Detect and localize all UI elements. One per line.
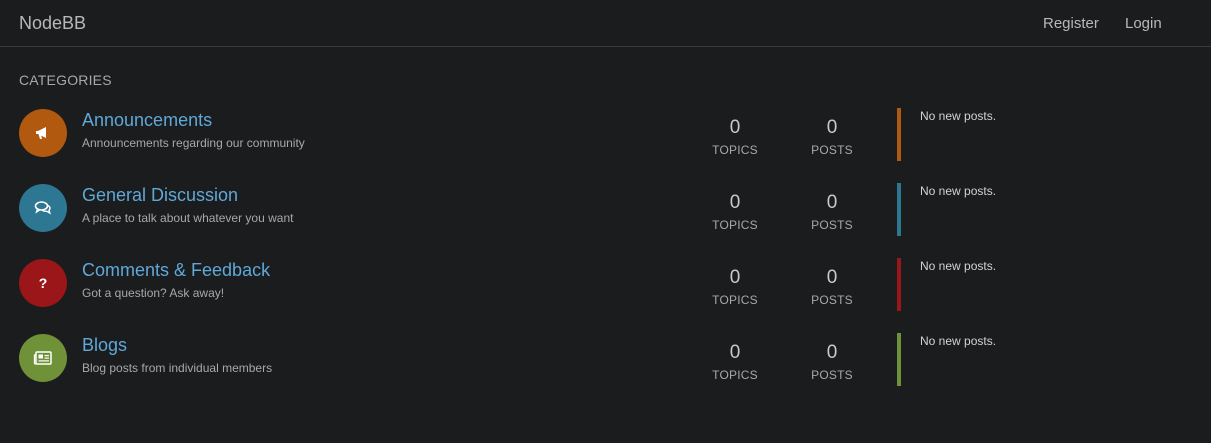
category-row-blogs: Blogs Blog posts from individual members… bbox=[0, 333, 1211, 394]
topics-count: 0 bbox=[729, 342, 741, 363]
category-description: Announcements regarding our community bbox=[82, 136, 305, 150]
posts-label: POSTS bbox=[811, 143, 853, 157]
brand-logo-link[interactable]: NodeBB bbox=[19, 13, 86, 34]
register-link[interactable]: Register bbox=[1043, 15, 1099, 32]
topics-label: TOPICS bbox=[712, 368, 758, 382]
posts-stat: 0 POSTS bbox=[792, 267, 872, 307]
category-icon[interactable] bbox=[19, 184, 67, 232]
category-icon[interactable] bbox=[19, 334, 67, 382]
topics-stat: 0 TOPICS bbox=[695, 117, 775, 157]
navbar: NodeBB Register Login bbox=[0, 0, 1211, 47]
posts-stat: 0 POSTS bbox=[792, 342, 872, 382]
category-row-announcements: Announcements Announcements regarding ou… bbox=[0, 108, 1211, 169]
posts-stat: 0 POSTS bbox=[792, 192, 872, 232]
topics-stat: 0 TOPICS bbox=[695, 267, 775, 307]
latest-post-text: No new posts. bbox=[920, 184, 997, 198]
category-description: Blog posts from individual members bbox=[82, 361, 273, 375]
category-title-link[interactable]: Announcements bbox=[82, 110, 212, 131]
bullhorn-icon bbox=[36, 127, 46, 139]
category-title-link[interactable]: Blogs bbox=[82, 335, 127, 356]
category-row-general-discussion: General Discussion A place to talk about… bbox=[0, 183, 1211, 244]
posts-label: POSTS bbox=[811, 368, 853, 382]
latest-post-text: No new posts. bbox=[920, 334, 997, 348]
latest-post-text: No new posts. bbox=[920, 109, 997, 123]
category-color-bar bbox=[897, 258, 901, 311]
posts-stat: 0 POSTS bbox=[792, 117, 872, 157]
comments-icon bbox=[34, 201, 51, 215]
posts-count: 0 bbox=[826, 192, 838, 213]
category-row-comments-feedback: ? Comments & Feedback Got a question? As… bbox=[0, 258, 1211, 319]
category-icon[interactable]: ? bbox=[19, 259, 67, 307]
category-description: A place to talk about whatever you want bbox=[82, 211, 294, 225]
question-icon: ? bbox=[39, 275, 48, 291]
posts-label: POSTS bbox=[811, 293, 853, 307]
svg-text:?: ? bbox=[39, 275, 48, 291]
category-icon[interactable] bbox=[19, 109, 67, 157]
topics-label: TOPICS bbox=[712, 143, 758, 157]
topics-count: 0 bbox=[729, 267, 741, 288]
posts-count: 0 bbox=[826, 117, 838, 138]
posts-count: 0 bbox=[826, 342, 838, 363]
category-color-bar bbox=[897, 108, 901, 161]
topics-stat: 0 TOPICS bbox=[695, 192, 775, 232]
posts-count: 0 bbox=[826, 267, 838, 288]
category-color-bar bbox=[897, 333, 901, 386]
topics-label: TOPICS bbox=[712, 293, 758, 307]
category-description: Got a question? Ask away! bbox=[82, 286, 225, 300]
category-title-link[interactable]: General Discussion bbox=[82, 185, 238, 206]
topics-stat: 0 TOPICS bbox=[695, 342, 775, 382]
login-link[interactable]: Login bbox=[1125, 15, 1162, 32]
topics-count: 0 bbox=[729, 192, 741, 213]
categories-heading: CATEGORIES bbox=[19, 72, 112, 88]
category-color-bar bbox=[897, 183, 901, 236]
topics-count: 0 bbox=[729, 117, 741, 138]
category-title-link[interactable]: Comments & Feedback bbox=[82, 260, 270, 281]
latest-post-text: No new posts. bbox=[920, 259, 997, 273]
newspaper-icon bbox=[33, 351, 52, 365]
topics-label: TOPICS bbox=[712, 218, 758, 232]
posts-label: POSTS bbox=[811, 218, 853, 232]
